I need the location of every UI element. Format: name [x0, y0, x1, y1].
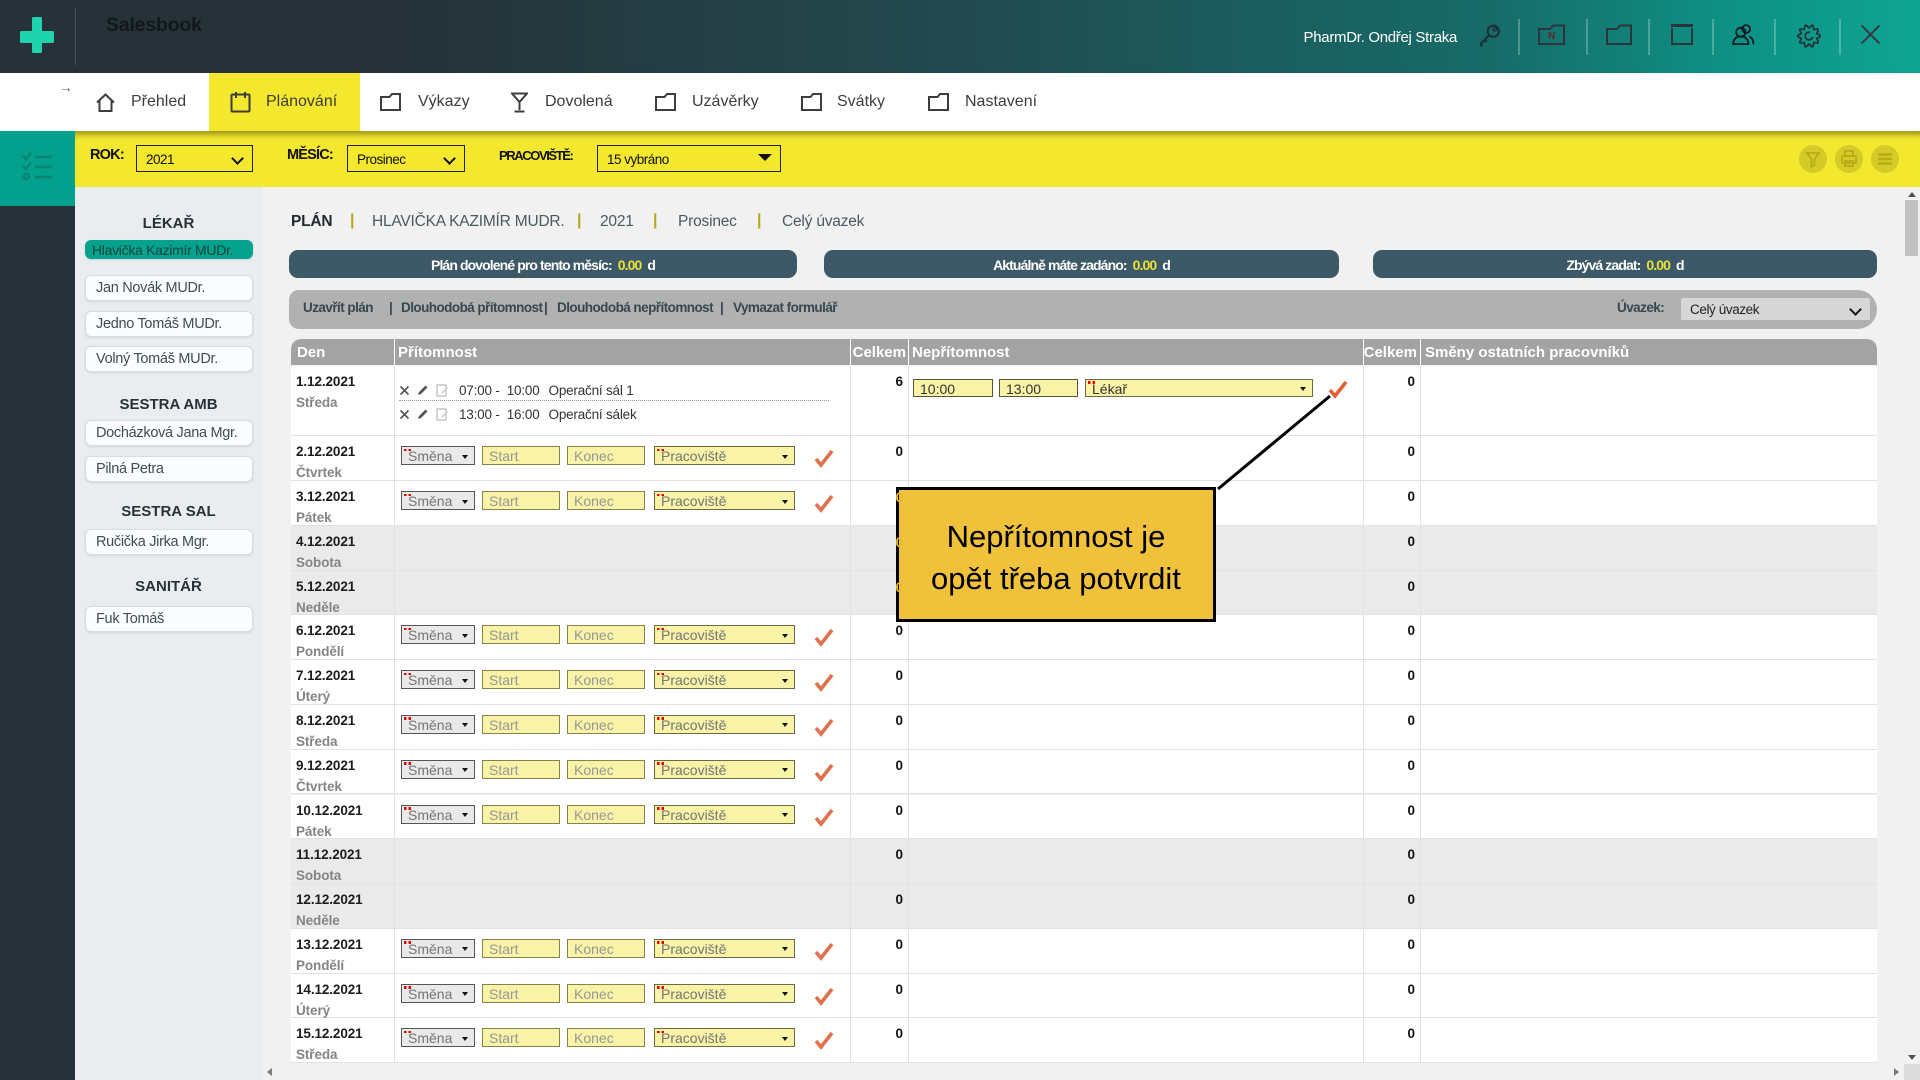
- svg-text:N: N: [1548, 31, 1555, 42]
